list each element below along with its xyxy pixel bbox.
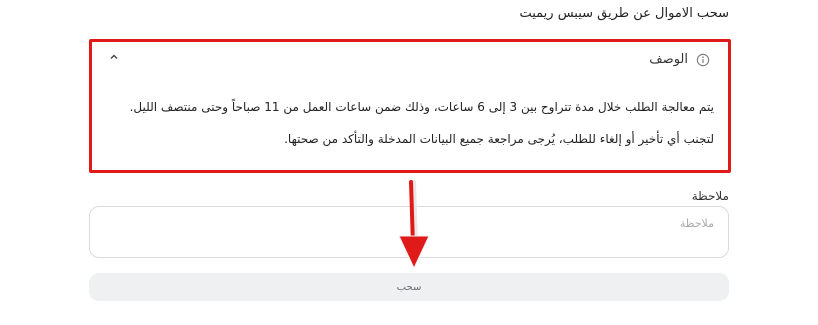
- description-header-label: الوصف: [649, 52, 688, 67]
- page-title: سحب الاموال عن طريق سيبس ريميت: [519, 6, 729, 21]
- withdraw-button[interactable]: سحب: [89, 273, 729, 301]
- chevron-up-icon[interactable]: [108, 51, 120, 63]
- note-label: ملاحظة: [691, 189, 729, 203]
- red-arrow-down-icon: [398, 180, 430, 270]
- description-header[interactable]: الوصف: [649, 52, 710, 67]
- description-text-line-2: لتجنب أي تأخير أو إلغاء للطلب، يُرجى مرا…: [284, 132, 714, 146]
- description-text-line-1: يتم معالجة الطلب خلال مدة تتراوح بين 3 إ…: [129, 100, 714, 114]
- withdraw-page: سحب الاموال عن طريق سيبس ريميت الوصف يتم…: [0, 0, 818, 325]
- info-circle-icon: [696, 53, 710, 66]
- description-panel: الوصف يتم معالجة الطلب خلال مدة تتراوح ب…: [89, 39, 731, 173]
